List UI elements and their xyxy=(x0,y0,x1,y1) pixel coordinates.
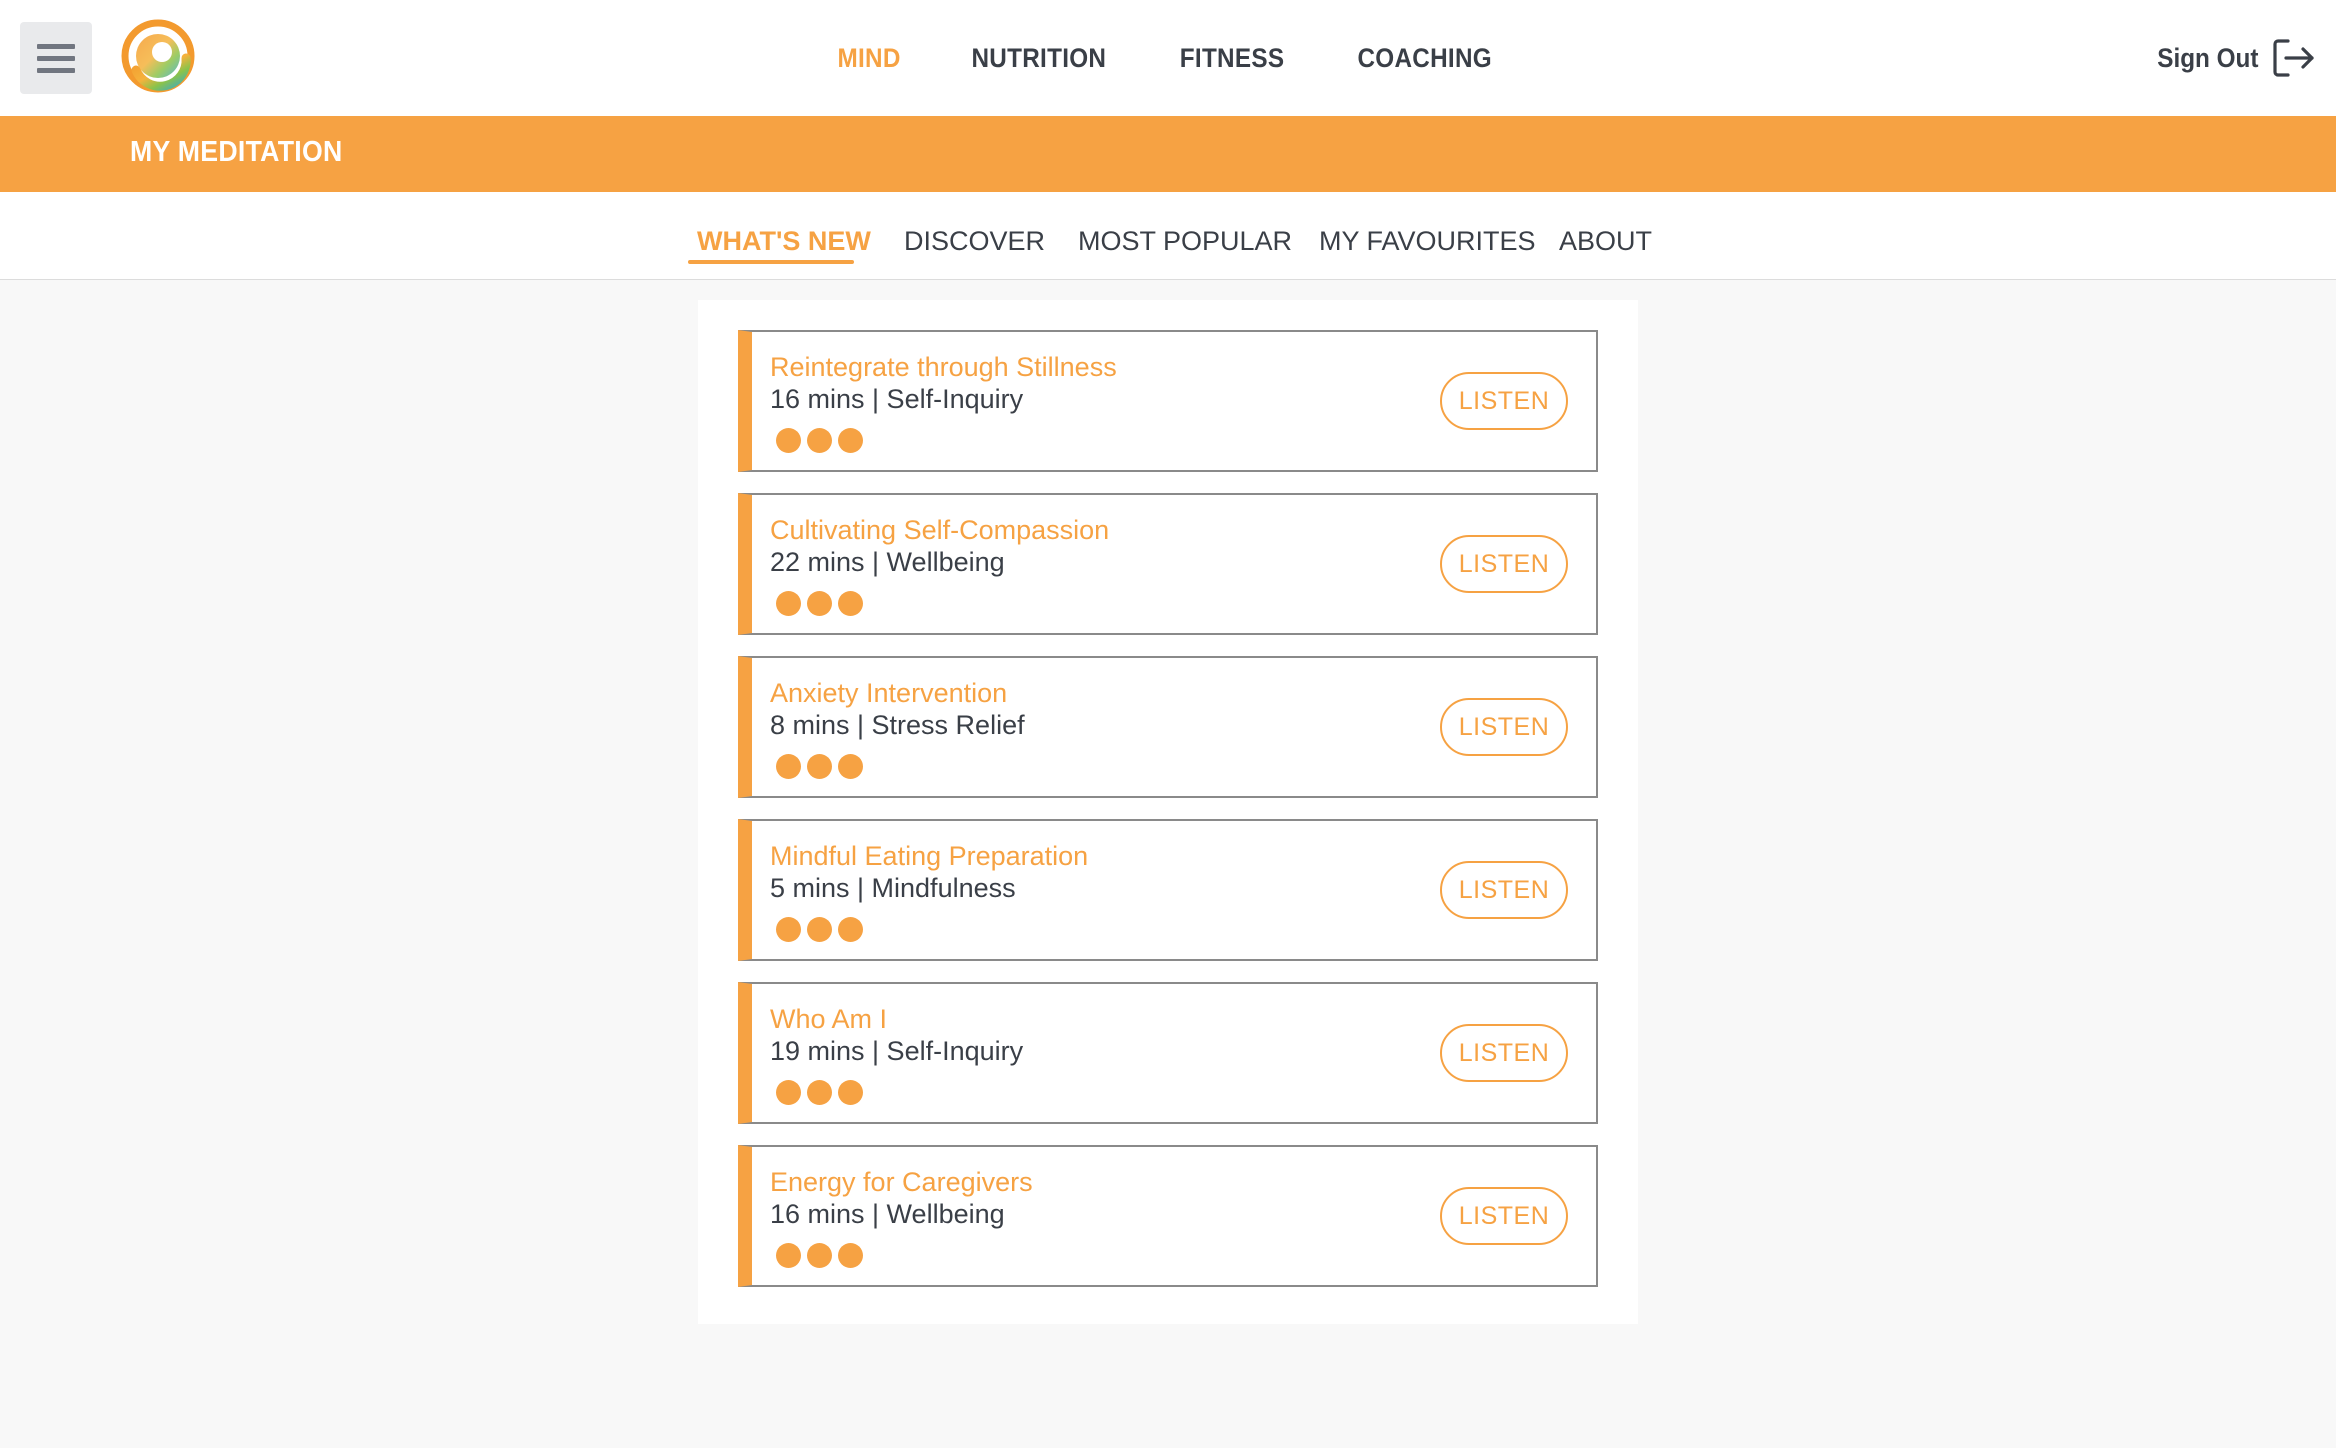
level-dots xyxy=(776,428,863,453)
meditation-card[interactable]: Mindful Eating Preparation 5 mins | Mind… xyxy=(738,819,1598,961)
level-dot xyxy=(776,1080,801,1105)
nav-fitness[interactable]: FITNESS xyxy=(1179,43,1284,74)
tab-my-favourites[interactable]: MY FAVOURITES xyxy=(1319,226,1536,257)
meditation-meta: 8 mins | Stress Relief xyxy=(770,710,1025,740)
level-dots xyxy=(776,1080,863,1105)
tab-about[interactable]: ABOUT xyxy=(1559,226,1652,257)
level-dot xyxy=(838,754,863,779)
meditation-title[interactable]: Reintegrate through Stillness xyxy=(770,352,1117,383)
level-dots xyxy=(776,1243,863,1268)
meditation-card[interactable]: Reintegrate through Stillness 16 mins | … xyxy=(738,330,1598,472)
meditation-meta: 16 mins | Wellbeing xyxy=(770,1199,1005,1229)
menu-icon-line xyxy=(37,43,75,49)
level-dot xyxy=(776,591,801,616)
sign-out-icon xyxy=(2273,39,2314,77)
tab-whats-new[interactable]: WHAT'S NEW xyxy=(697,226,871,257)
top-bar: MIND NUTRITION FITNESS COACHING Sign Out xyxy=(0,0,2336,116)
page-title: MY MEDITATION xyxy=(130,136,343,168)
listen-button[interactable]: LISTEN xyxy=(1440,1024,1568,1082)
section-banner: MY MEDITATION xyxy=(0,116,2336,192)
meditation-card[interactable]: Energy for Caregivers 16 mins | Wellbein… xyxy=(738,1145,1598,1287)
level-dots xyxy=(776,591,863,616)
listen-button[interactable]: LISTEN xyxy=(1440,698,1568,756)
meditation-meta: 16 mins | Self-Inquiry xyxy=(770,384,1024,414)
level-dot xyxy=(807,591,832,616)
level-dot xyxy=(776,917,801,942)
meditation-card[interactable]: Anxiety Intervention 8 mins | Stress Rel… xyxy=(738,656,1598,798)
tab-discover[interactable]: DISCOVER xyxy=(904,226,1045,257)
level-dot xyxy=(776,754,801,779)
nav-nutrition[interactable]: NUTRITION xyxy=(971,43,1106,74)
active-tab-underline xyxy=(688,260,854,264)
level-dot xyxy=(838,1080,863,1105)
level-dots xyxy=(776,754,863,779)
level-dot xyxy=(807,1080,832,1105)
menu-icon-line xyxy=(37,55,75,61)
tab-most-popular[interactable]: MOST POPULAR xyxy=(1078,226,1292,257)
main-nav: MIND NUTRITION FITNESS COACHING xyxy=(0,0,2336,116)
menu-button[interactable] xyxy=(20,22,92,94)
app-logo[interactable] xyxy=(120,18,196,94)
level-dot xyxy=(807,754,832,779)
level-dots xyxy=(776,917,863,942)
menu-icon-line xyxy=(37,67,75,73)
meditation-title[interactable]: Anxiety Intervention xyxy=(770,678,1007,709)
meditation-meta: 5 mins | Mindfulness xyxy=(770,873,1016,903)
nav-mind[interactable]: MIND xyxy=(837,43,900,74)
nav-coaching[interactable]: COACHING xyxy=(1357,43,1491,74)
meditation-title[interactable]: Energy for Caregivers xyxy=(770,1167,1033,1198)
meditation-meta: 19 mins | Self-Inquiry xyxy=(770,1036,1024,1066)
meditation-meta: 22 mins | Wellbeing xyxy=(770,547,1005,577)
sub-nav: WHAT'S NEW DISCOVER MOST POPULAR MY FAVO… xyxy=(0,192,2336,280)
level-dot xyxy=(838,428,863,453)
sign-out-label: Sign Out xyxy=(2156,42,2258,73)
meditation-card[interactable]: Cultivating Self-Compassion 22 mins | We… xyxy=(738,493,1598,635)
meditation-list: Reintegrate through Stillness 16 mins | … xyxy=(698,300,1638,1324)
meditation-card[interactable]: Who Am I 19 mins | Self-Inquiry LISTEN xyxy=(738,982,1598,1124)
level-dot xyxy=(838,1243,863,1268)
listen-button[interactable]: LISTEN xyxy=(1440,1187,1568,1245)
level-dot xyxy=(838,917,863,942)
level-dot xyxy=(807,428,832,453)
level-dot xyxy=(776,1243,801,1268)
meditation-title[interactable]: Cultivating Self-Compassion xyxy=(770,515,1109,546)
level-dot xyxy=(776,428,801,453)
meditation-title[interactable]: Mindful Eating Preparation xyxy=(770,841,1088,872)
level-dot xyxy=(807,917,832,942)
listen-button[interactable]: LISTEN xyxy=(1440,535,1568,593)
meditation-title[interactable]: Who Am I xyxy=(770,1004,887,1035)
listen-button[interactable]: LISTEN xyxy=(1440,372,1568,430)
sign-out-button[interactable]: Sign Out xyxy=(2146,34,2316,82)
listen-button[interactable]: LISTEN xyxy=(1440,861,1568,919)
level-dot xyxy=(838,591,863,616)
level-dot xyxy=(807,1243,832,1268)
